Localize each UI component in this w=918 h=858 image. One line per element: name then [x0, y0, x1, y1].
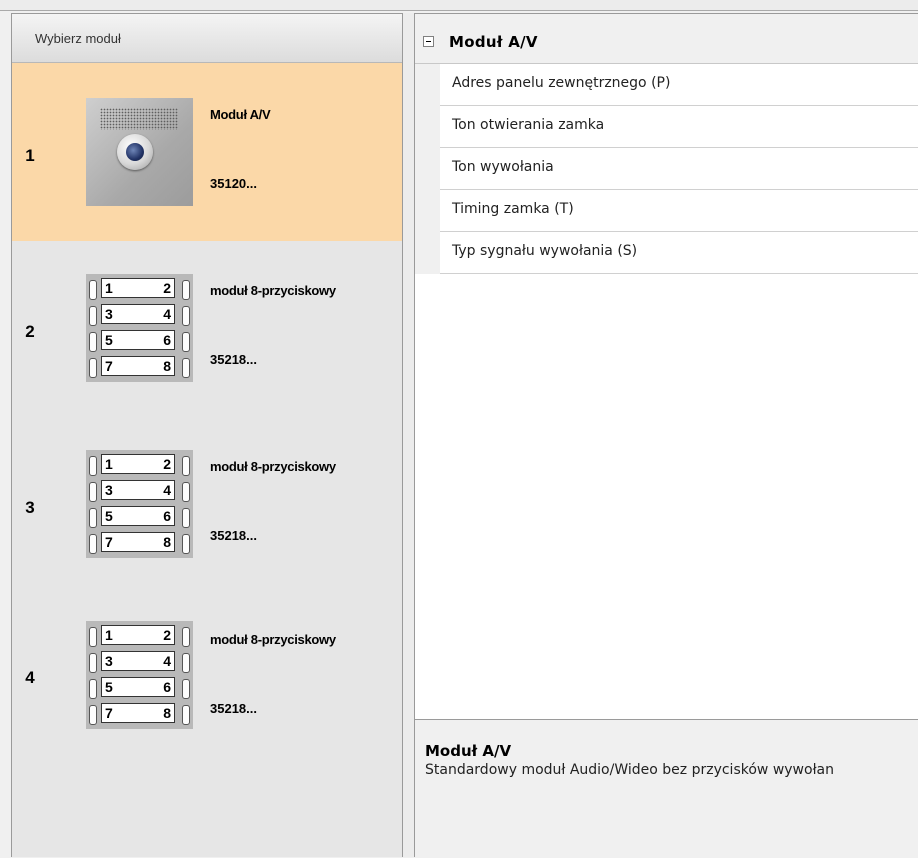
module-list-item[interactable]: 2 12 34 56 78 moduł 8-przyciskowy 35218.… [12, 241, 402, 419]
module-number: 1 [25, 146, 35, 165]
speaker-grille [100, 108, 178, 130]
module-panel-header: Wybierz moduł [12, 14, 402, 63]
minus-collapse-icon[interactable] [423, 36, 434, 47]
module-name: moduł 8-przyciskowy [210, 283, 336, 298]
description-title: Moduł A/V [425, 742, 512, 760]
property-row[interactable]: Ton otwierania zamka [415, 106, 918, 148]
module-list-item[interactable]: 4 12 34 56 78 moduł 8-przyciskowy 35218.… [12, 597, 402, 775]
camera-module-icon [86, 98, 193, 206]
module-list-item[interactable]: 1 Moduł A/V 35120... [12, 63, 402, 241]
property-row[interactable]: Ton wywołania [415, 148, 918, 190]
module-name: moduł 8-przyciskowy [210, 632, 336, 647]
property-label: Ton otwierania zamka [440, 106, 918, 148]
property-row[interactable]: Typ sygnału wywołania (S) [415, 232, 918, 274]
property-grid-panel: Moduł A/V Adres panelu zewnętrznego (P) … [414, 13, 918, 858]
property-label: Ton wywołania [440, 148, 918, 190]
camera-lens [117, 134, 153, 170]
property-description-panel: Moduł A/V Standardowy moduł Audio/Wideo … [415, 719, 918, 858]
module-name: Moduł A/V [210, 107, 271, 122]
module-list-item[interactable]: 3 12 34 56 78 moduł 8-przyciskowy 35218.… [12, 419, 402, 597]
property-row[interactable]: Timing zamka (T) [415, 190, 918, 232]
keypad-8-button-icon: 12 34 56 78 [86, 450, 193, 558]
module-code: 35218... [210, 528, 257, 543]
property-row[interactable]: Adres panelu zewnętrznego (P) [415, 64, 918, 106]
module-code: 35218... [210, 701, 257, 716]
top-toolbar-strip [0, 0, 918, 11]
property-category-header[interactable]: Moduł A/V [415, 14, 918, 64]
module-name: moduł 8-przyciskowy [210, 459, 336, 474]
property-list: Adres panelu zewnętrznego (P) Ton otwier… [415, 64, 918, 274]
description-text: Standardowy moduł Audio/Wideo bez przyci… [425, 762, 834, 778]
module-code: 35120... [210, 176, 257, 191]
module-number: 3 [25, 498, 35, 517]
panel-splitter[interactable] [403, 13, 414, 857]
property-label: Typ sygnału wywołania (S) [440, 232, 918, 274]
module-code: 35218... [210, 352, 257, 367]
module-selection-panel: Wybierz moduł 1 Moduł A/V 35120... 2 12 … [11, 13, 403, 857]
module-number: 4 [25, 668, 35, 687]
keypad-8-button-icon: 12 34 56 78 [86, 621, 193, 729]
category-title: Moduł A/V [449, 33, 538, 51]
keypad-8-button-icon: 12 34 56 78 [86, 274, 193, 382]
property-label: Adres panelu zewnętrznego (P) [440, 64, 918, 106]
module-number: 2 [25, 322, 35, 341]
property-label: Timing zamka (T) [440, 190, 918, 232]
